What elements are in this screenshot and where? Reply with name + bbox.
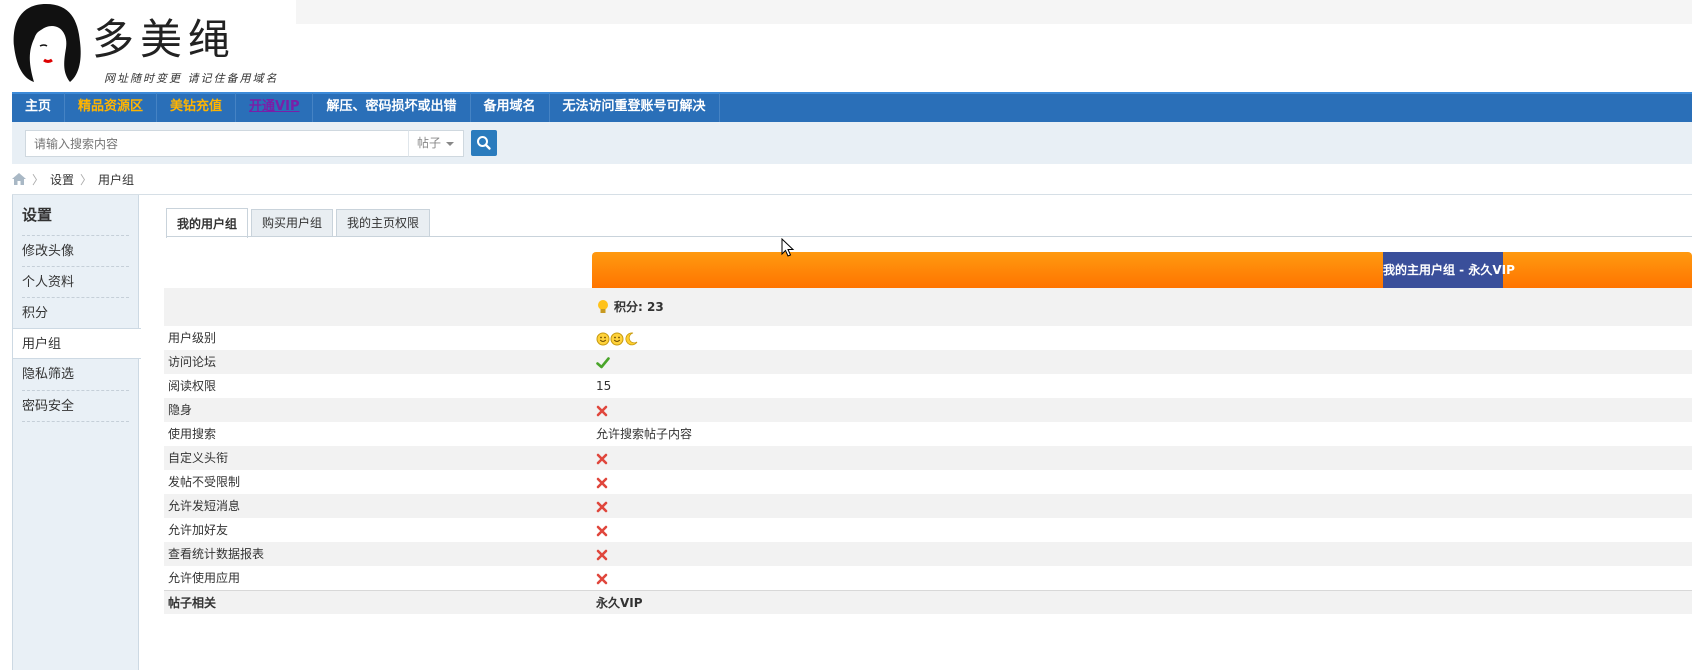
moon-icon: [625, 332, 638, 345]
row-label: 自定义头衔: [168, 451, 229, 465]
checkmark-icon: [596, 356, 610, 368]
search-type-label: 帖子: [417, 136, 442, 150]
smiley-icon: [610, 332, 624, 345]
search-button[interactable]: [471, 130, 497, 156]
tab-homepage-permissions[interactable]: 我的主页权限: [336, 209, 431, 237]
nav-item-premium-resources[interactable]: 精品资源区: [65, 93, 158, 123]
mouse-cursor-icon: [781, 238, 795, 257]
search-permission-value: 允许搜索帖子内容: [596, 427, 693, 441]
row-label: 发帖不受限制: [168, 475, 241, 489]
row-label: 允许加好友: [168, 523, 229, 537]
sidebar-title: 设置: [22, 206, 53, 224]
table-row: 发帖不受限制: [164, 470, 1692, 494]
cross-icon: [596, 549, 608, 560]
cross-icon: [596, 453, 608, 464]
group-header-bar: 我的主用户组 - 永久VIP: [592, 252, 1692, 288]
sidebar-item-password[interactable]: 密码安全: [22, 390, 129, 421]
site-logo[interactable]: 多美绳 网址随时变更 请记住备用域名: [0, 0, 296, 90]
main-nav: 主页 精品资源区 美钻充值 开通VIP 解压、密码损坏或出错 备用域名 无法访问…: [12, 92, 1692, 123]
no-mark: [596, 446, 608, 470]
points-value: 积分: 23: [596, 288, 664, 326]
search-input[interactable]: [25, 130, 409, 157]
no-mark: [596, 566, 608, 590]
breadcrumb: 〉 设置 〉 用户组: [12, 170, 134, 188]
table-row: 访问论坛: [164, 350, 1692, 374]
row-label: 帖子相关: [168, 596, 217, 610]
nav-item-diamond-recharge[interactable]: 美钻充值: [157, 93, 237, 123]
row-label: 查看统计数据报表: [168, 547, 265, 561]
table-row: 查看统计数据报表: [164, 542, 1692, 566]
table-row: 阅读权限 15: [164, 374, 1692, 398]
logo-slogan: 网址随时变更 请记住备用域名: [104, 72, 279, 85]
breadcrumb-separator: 〉: [80, 172, 93, 187]
no-mark: [596, 470, 608, 494]
table-row-summary: 帖子相关 永久VIP: [164, 590, 1692, 614]
tabs-divider: [166, 236, 1692, 237]
logo-face-icon: [13, 4, 81, 82]
nav-item-home[interactable]: 主页: [12, 93, 66, 123]
points-label: 积分: 23: [614, 300, 664, 314]
cross-icon: [596, 525, 608, 536]
summary-value: 永久VIP: [596, 596, 643, 610]
table-row: 允许发短消息: [164, 494, 1692, 518]
search-bar: 帖子: [12, 122, 1692, 164]
yes-mark: [596, 350, 610, 374]
row-label: 使用搜索: [168, 427, 217, 441]
nav-item-backup-domain[interactable]: 备用域名: [471, 93, 550, 123]
breadcrumb-item-usergroup[interactable]: 用户组: [98, 171, 134, 188]
smiley-icon: [596, 332, 610, 345]
main-usergroup-badge: 我的主用户组 - 永久VIP: [1383, 252, 1515, 288]
usergroup-tabs: 我的用户组 购买用户组 我的主页权限: [166, 207, 433, 238]
chevron-down-icon: [446, 142, 454, 146]
home-icon[interactable]: [12, 173, 26, 185]
row-label: 阅读权限: [168, 379, 217, 393]
tab-buy-usergroup[interactable]: 购买用户组: [251, 209, 334, 237]
row-label: 访问论坛: [168, 355, 217, 369]
sidebar-item-points[interactable]: 积分: [22, 297, 129, 328]
logo-text: 多美绳: [92, 15, 237, 64]
breadcrumb-separator: 〉: [32, 172, 45, 187]
nav-item-open-vip[interactable]: 开通VIP: [236, 93, 314, 123]
sidebar-item-usergroup[interactable]: 用户组: [13, 328, 141, 359]
row-label: 允许使用应用: [168, 571, 241, 585]
settings-sidebar: 设置 修改头像 个人资料 积分 用户组 隐私筛选 密码安全: [12, 195, 141, 670]
tab-my-usergroup[interactable]: 我的用户组: [166, 208, 249, 238]
table-row: 允许加好友: [164, 518, 1692, 542]
no-mark: [596, 398, 608, 422]
breadcrumb-item-settings[interactable]: 设置: [50, 171, 74, 188]
nav-item-unzip-help[interactable]: 解压、密码损坏或出错: [313, 93, 471, 123]
no-mark: [596, 518, 608, 542]
cross-icon: [596, 405, 608, 416]
lightbulb-icon: [598, 300, 608, 313]
read-permission-value: 15: [596, 379, 612, 393]
cross-icon: [596, 477, 608, 488]
cross-icon: [596, 501, 608, 512]
top-strip: [296, 0, 1692, 24]
table-row: 隐身: [164, 398, 1692, 422]
cross-icon: [596, 573, 608, 584]
breadcrumb-divider: [12, 194, 1692, 195]
search-type-select[interactable]: 帖子: [408, 130, 464, 157]
table-row: 用户级别: [164, 326, 1692, 350]
sidebar-item-profile[interactable]: 个人资料: [22, 266, 129, 297]
points-row: 积分: 23: [164, 288, 1692, 326]
sidebar-item-privacy[interactable]: 隐私筛选: [22, 359, 129, 390]
no-mark: [596, 542, 608, 566]
no-mark: [596, 494, 608, 518]
sidebar-item-avatar[interactable]: 修改头像: [22, 235, 129, 266]
row-label: 隐身: [168, 403, 193, 417]
nav-item-access-help[interactable]: 无法访问重登账号可解决: [550, 93, 720, 123]
table-row: 自定义头衔: [164, 446, 1692, 470]
table-row: 允许使用应用: [164, 566, 1692, 590]
user-level-stars: [596, 331, 638, 346]
row-label: 允许发短消息: [168, 499, 241, 513]
row-label: 用户级别: [168, 331, 217, 345]
table-row: 使用搜索 允许搜索帖子内容: [164, 422, 1692, 446]
search-icon: [477, 136, 491, 150]
